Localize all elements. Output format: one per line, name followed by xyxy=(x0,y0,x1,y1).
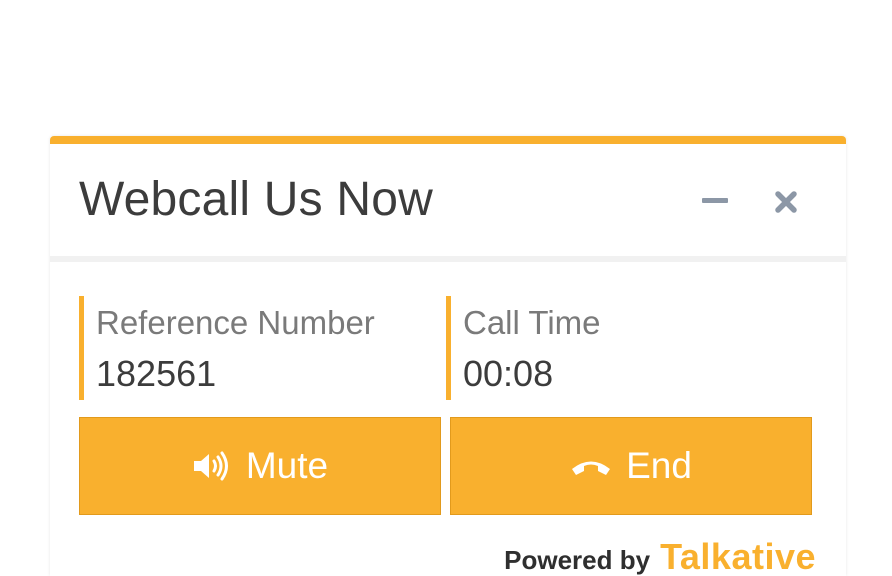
end-call-button[interactable]: End xyxy=(450,417,812,515)
mute-button-label: Mute xyxy=(245,445,329,486)
reference-number-value: 182561 xyxy=(96,353,217,394)
minimize-button[interactable] xyxy=(695,184,735,216)
powered-by-footer: Powered by Talkative xyxy=(504,536,816,576)
webcall-widget: Webcall Us Now Reference Number 182561 C… xyxy=(50,136,846,576)
widget-title: Webcall Us Now xyxy=(79,173,434,226)
close-button[interactable] xyxy=(766,184,806,216)
speaker-icon xyxy=(193,451,228,481)
mute-button[interactable]: Mute xyxy=(79,417,441,515)
accent-bar xyxy=(50,136,846,144)
call-time-value: 00:08 xyxy=(463,353,554,394)
powered-by-text: Powered by xyxy=(504,545,651,575)
end-button-label: End xyxy=(626,445,692,486)
widget-header: Webcall Us Now xyxy=(50,144,846,262)
minimize-icon xyxy=(702,198,728,203)
brand-logo[interactable]: Talkative xyxy=(660,536,816,576)
reference-number-label: Reference Number xyxy=(96,304,375,341)
call-time-panel: Call Time 00:08 xyxy=(446,296,786,400)
call-time-label: Call Time xyxy=(463,304,601,341)
close-icon xyxy=(775,191,797,213)
hang-up-phone-icon xyxy=(572,461,611,475)
reference-number-panel: Reference Number 182561 xyxy=(79,296,419,400)
